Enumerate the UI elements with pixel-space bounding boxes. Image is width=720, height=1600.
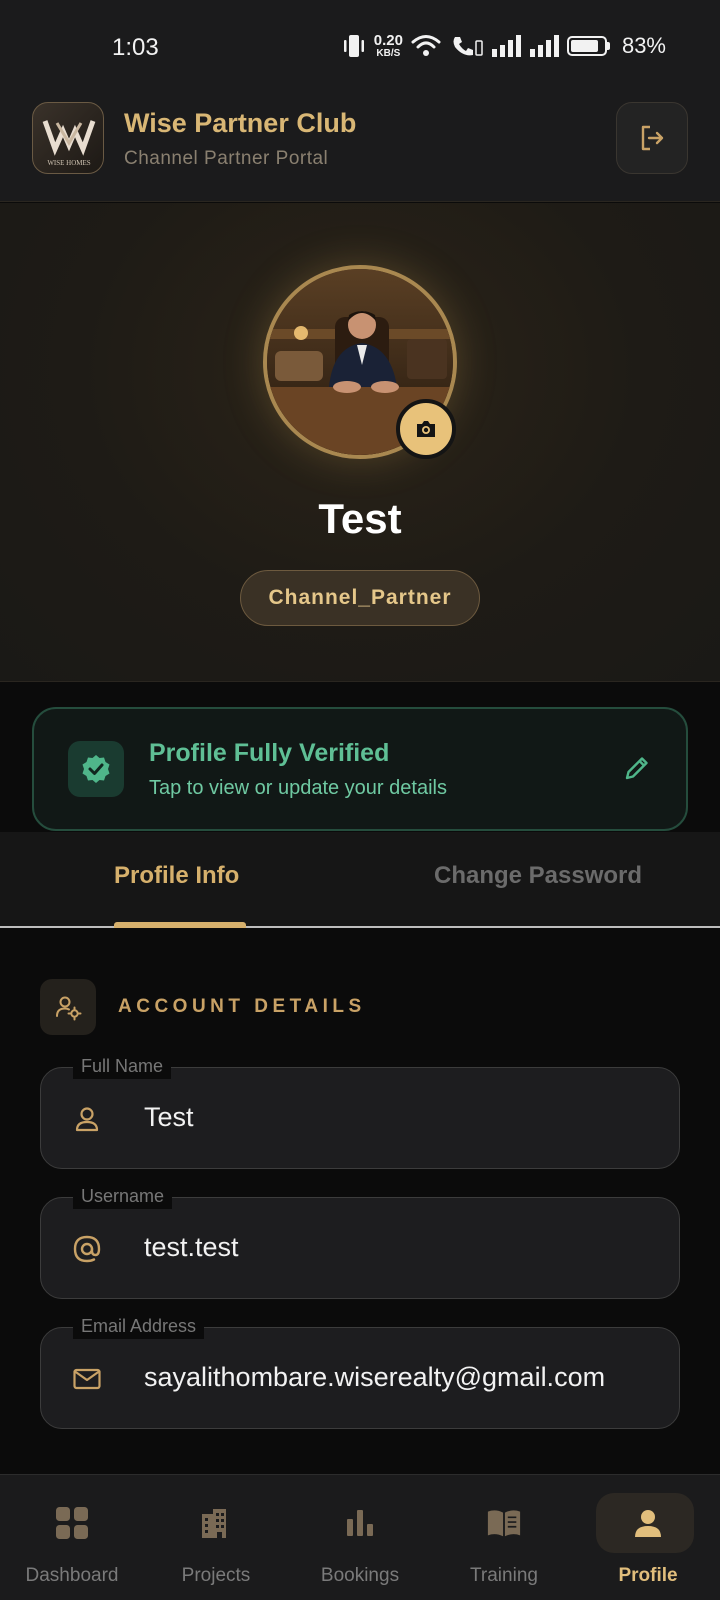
mail-icon: [73, 1368, 101, 1390]
pencil-icon: [625, 757, 648, 780]
full-name-label: Full Name: [73, 1053, 172, 1079]
tab-active-indicator: [114, 922, 246, 928]
wifi-icon: [411, 35, 441, 56]
verified-icon-box: [68, 741, 124, 797]
status-icons: 0.20 KB/S 83%: [342, 30, 666, 62]
tab-change-password[interactable]: Change Password: [434, 862, 642, 890]
building-icon: [198, 1505, 234, 1541]
verification-card[interactable]: Profile Fully Verified Tap to view or up…: [32, 707, 688, 831]
net-speed: 0.20 KB/S: [373, 32, 403, 59]
account-details-title: ACCOUNT DETAILS: [118, 996, 366, 1017]
nav-projects[interactable]: Projects: [144, 1475, 288, 1600]
role-badge: Channel_Partner: [240, 570, 480, 626]
nav-dashboard-label: Dashboard: [25, 1565, 119, 1586]
email-value: sayalithombare.wiserealty@gmail.com: [144, 1362, 606, 1392]
bar-chart-icon: [342, 1505, 378, 1541]
nav-profile[interactable]: Profile: [576, 1475, 720, 1600]
app-subtitle: Channel Partner Portal: [124, 148, 329, 169]
vibrate-icon: [343, 35, 364, 57]
signal-icon: [529, 35, 559, 57]
nav-profile-label: Profile: [618, 1565, 678, 1586]
user-icon: [75, 1107, 99, 1132]
verification-subtitle: Tap to view or update your details: [149, 777, 447, 799]
nav-training[interactable]: Training: [432, 1475, 576, 1600]
person-icon: [630, 1505, 666, 1541]
nav-training-label: Training: [470, 1565, 538, 1586]
verified-badge-icon: [82, 755, 110, 783]
app-header: WISE HOMES Wise Partner Club Channel Par…: [0, 92, 720, 202]
status-bar: 1:03 0.20 KB/S 83%: [0, 0, 720, 92]
nav-bookings[interactable]: Bookings: [288, 1475, 432, 1600]
full-name-value: Test: [144, 1102, 194, 1132]
at-icon: [73, 1235, 101, 1263]
nav-dashboard[interactable]: Dashboard: [0, 1475, 144, 1600]
status-time: 1:03: [112, 34, 159, 61]
email-label: Email Address: [73, 1313, 205, 1339]
grid-icon: [54, 1505, 90, 1541]
app-logo: WISE HOMES: [32, 102, 104, 174]
change-photo-button[interactable]: [396, 399, 456, 459]
nav-projects-label: Projects: [181, 1565, 251, 1586]
account-details-icon-box: [40, 979, 96, 1035]
battery-icon: [566, 36, 610, 56]
logout-button[interactable]: [616, 102, 688, 174]
battery-percent: 83%: [621, 33, 666, 58]
signal-icon: [491, 35, 521, 57]
profile-hero: Test Channel_Partner: [0, 203, 720, 682]
camera-icon: [417, 421, 435, 437]
tab-profile-info[interactable]: Profile Info: [114, 862, 239, 890]
profile-tabs: Profile Info Change Password: [0, 832, 720, 928]
user-gear-icon: [56, 996, 82, 1021]
bottom-nav: Dashboard Projects Bookings Training Pro…: [0, 1474, 720, 1600]
nav-bookings-label: Bookings: [320, 1565, 400, 1586]
app-title: Wise Partner Club: [124, 108, 357, 138]
username-field[interactable]: Username test.test: [40, 1183, 680, 1299]
logo-text: WISE HOMES: [47, 159, 90, 167]
profile-name: Test: [318, 495, 402, 542]
wifi-call-icon: [453, 37, 483, 56]
username-value: test.test: [144, 1232, 239, 1262]
email-field[interactable]: Email Address sayalithombare.wiserealty@…: [40, 1313, 680, 1429]
logout-icon: [641, 125, 664, 151]
verification-title: Profile Fully Verified: [149, 739, 390, 767]
edit-profile-button[interactable]: [622, 753, 652, 788]
full-name-field[interactable]: Full Name Test: [40, 1053, 680, 1169]
username-label: Username: [73, 1183, 173, 1209]
book-icon: [486, 1505, 522, 1541]
